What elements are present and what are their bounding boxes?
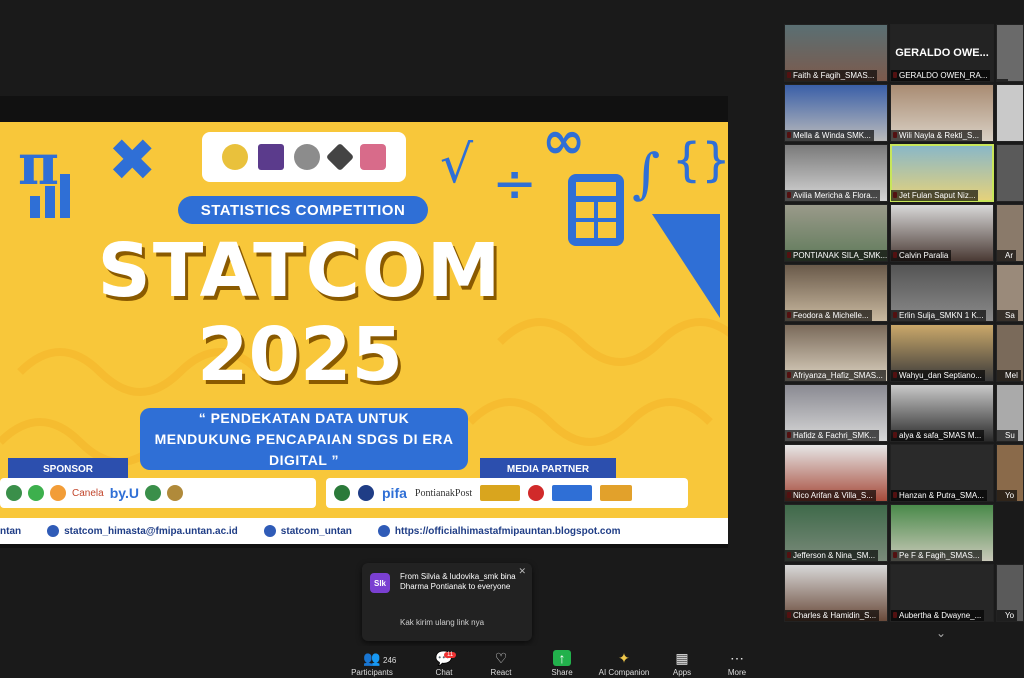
share-button[interactable]: ↑ Share bbox=[532, 650, 592, 677]
chat-notification[interactable]: SIk From Silvia & ludovika_smk bina Dhar… bbox=[362, 563, 532, 641]
chat-button[interactable]: 💬 11 Chat bbox=[414, 650, 474, 677]
sponsor-name: Canela bbox=[72, 487, 104, 499]
globe-icon bbox=[377, 525, 390, 537]
contact-item: ntan bbox=[0, 525, 22, 537]
sender-avatar: SIk bbox=[370, 573, 390, 593]
himasta-logo bbox=[258, 144, 284, 170]
gallery-next-page-icon[interactable]: ⌄ bbox=[936, 626, 946, 640]
participant-tile[interactable]: Erlin Sulja_SMKN 1 K... bbox=[890, 264, 994, 322]
participant-tile[interactable]: Wili Nayla & Rekti_S... bbox=[890, 84, 994, 142]
participant-gallery: Faith & Fagih_SMAS... GERALDO OWE... GERA… bbox=[784, 24, 1024, 624]
multiply-icon: ✖ bbox=[108, 126, 157, 194]
participant-tile-partial[interactable] bbox=[996, 84, 1024, 142]
media-name: PontianakPost bbox=[414, 487, 473, 499]
set-square-icon bbox=[652, 214, 720, 318]
participant-tile[interactable]: Faith & Fagih_SMAS... bbox=[784, 24, 888, 82]
sponsor-logos: Canela by.U bbox=[0, 478, 316, 508]
sponsor-tag: SPONSOR bbox=[8, 458, 128, 480]
ai-companion-button[interactable]: ✦ AI Companion bbox=[594, 650, 654, 677]
untan-logo bbox=[222, 144, 248, 170]
media-name: pifa bbox=[382, 485, 407, 501]
infinity-icon: ∞ bbox=[542, 122, 585, 171]
participant-tile[interactable]: Calvin Paralia bbox=[890, 204, 994, 262]
media-logo bbox=[334, 485, 350, 501]
sponsor-logo bbox=[28, 485, 44, 501]
institution-logos bbox=[202, 132, 406, 182]
competition-label: STATISTICS COMPETITION bbox=[178, 196, 428, 224]
unread-badge: 11 bbox=[444, 652, 457, 658]
diamond-logo bbox=[325, 142, 355, 172]
slide-year: 2025 bbox=[197, 312, 403, 398]
chat-message: Kak kirim ulang link nya bbox=[400, 618, 485, 627]
more-button[interactable]: ⋯ More bbox=[707, 650, 767, 677]
media-logo bbox=[552, 485, 593, 501]
participant-tile[interactable]: Jefferson & Nina_SM... bbox=[784, 504, 888, 562]
theme-quote: “ PENDEKATAN DATA UNTUK MENDUKUNG PENCAP… bbox=[140, 408, 468, 470]
participant-tile[interactable]: Charles & Hamidin_S... bbox=[784, 564, 888, 622]
more-icon: ⋯ bbox=[730, 650, 744, 666]
sponsor-logo bbox=[6, 485, 22, 501]
participants-button[interactable]: 👥 246 Participants bbox=[342, 650, 402, 677]
apps-button[interactable]: ▦ Apps bbox=[652, 650, 712, 677]
sponsor-logo bbox=[145, 485, 162, 501]
participant-count: 246 bbox=[383, 656, 397, 665]
participant-tile-partial[interactable]: Mel bbox=[996, 324, 1024, 382]
participants-icon: 👥 bbox=[363, 650, 381, 666]
chat-sender-line: From Silvia & ludovika_smk bina Dharma P… bbox=[400, 572, 516, 592]
participant-tile-partial[interactable]: Yo bbox=[996, 444, 1024, 502]
participant-tile[interactable]: Mella & Winda SMK... bbox=[784, 84, 888, 142]
participant-tile-partial[interactable] bbox=[996, 144, 1024, 202]
participant-tile-partial[interactable] bbox=[996, 24, 1024, 82]
participant-tile[interactable]: GERALDO OWE... GERALDO OWEN_RA... bbox=[890, 24, 994, 82]
slide-title: STATCOM bbox=[97, 228, 503, 314]
participant-tile[interactable]: Avilia Mericha & Flora... bbox=[784, 144, 888, 202]
sponsor-logo bbox=[167, 485, 184, 501]
participant-tile[interactable]: Nico Arifan & Villa_S... bbox=[784, 444, 888, 502]
email-icon bbox=[47, 525, 60, 537]
media-logo bbox=[358, 485, 374, 501]
participant-tile[interactable]: Wahyu_dan Septiano... bbox=[890, 324, 994, 382]
instagram-icon bbox=[263, 525, 276, 537]
participant-tile-partial[interactable]: Yo bbox=[996, 564, 1024, 622]
sponsor-logo bbox=[50, 485, 66, 501]
react-button[interactable]: ♡ React bbox=[471, 650, 531, 677]
participant-tile[interactable]: Feodora & Michelle... bbox=[784, 264, 888, 322]
braces-icon: {} bbox=[672, 133, 728, 187]
divide-icon: ÷ bbox=[492, 152, 537, 215]
sparkle-icon: ✦ bbox=[618, 650, 630, 666]
participant-tile-partial[interactable]: Sa bbox=[996, 264, 1024, 322]
media-logo bbox=[528, 485, 545, 501]
contact-item: https://officialhimastafmipauntan.blogsp… bbox=[377, 525, 620, 537]
sponsor-name: by.U bbox=[109, 485, 140, 501]
participant-tile-partial[interactable]: Su bbox=[996, 384, 1024, 442]
contact-item: statcom_untan bbox=[263, 525, 352, 537]
participant-tile-partial[interactable]: Ar bbox=[996, 204, 1024, 262]
participant-tile[interactable]: Hanzan & Putra_SMA... bbox=[890, 444, 994, 502]
integral-icon: ∫ bbox=[632, 142, 660, 205]
participant-tile[interactable]: PONTIANAK SILA_SMK... bbox=[784, 204, 888, 262]
zoom-meeting-window: π ✖ √ ÷ ∞ ∫ {} STATISTICS COMPETITION ST… bbox=[0, 0, 1024, 678]
faculty-logo bbox=[294, 144, 320, 170]
share-screen-icon: ↑ bbox=[553, 650, 571, 666]
media-partner-tag: MEDIA PARTNER bbox=[480, 458, 616, 480]
slide-contact-bar: ntan statcom_himasta@fmipa.untan.ac.id s… bbox=[0, 518, 728, 544]
shared-screen: π ✖ √ ÷ ∞ ∫ {} STATISTICS COMPETITION ST… bbox=[0, 96, 728, 548]
participant-tile[interactable]: Pe F & Fagih_SMAS... bbox=[890, 504, 994, 562]
participant-tile[interactable]: Afriyanza_Hafiz_SMAS... bbox=[784, 324, 888, 382]
participant-tile[interactable]: alya & safa_SMAS M... bbox=[890, 384, 994, 442]
media-partner-logos: pifa PontianakPost bbox=[326, 478, 688, 508]
participant-tile[interactable]: Aubertha & Dwayne_... bbox=[890, 564, 994, 622]
heart-icon: ♡ bbox=[494, 650, 508, 666]
contact-item: statcom_himasta@fmipa.untan.ac.id bbox=[47, 525, 238, 537]
statcom-logo bbox=[360, 144, 386, 170]
statcom-slide: π ✖ √ ÷ ∞ ∫ {} STATISTICS COMPETITION ST… bbox=[0, 122, 728, 518]
close-icon[interactable]: ✕ bbox=[518, 566, 526, 577]
participant-tile-active-speaker[interactable]: Jet Fulan Saput Niz... bbox=[890, 144, 994, 202]
media-logo bbox=[600, 485, 633, 501]
participant-tile[interactable]: Hafidz & Fachri_SMK... bbox=[784, 384, 888, 442]
meeting-toolbar: 👥 246 Participants 💬 11 Chat ♡ React ↑ S… bbox=[0, 646, 1024, 678]
media-logo bbox=[480, 485, 521, 501]
sqrt-icon: √ bbox=[440, 135, 474, 195]
apps-icon: ▦ bbox=[675, 650, 689, 666]
